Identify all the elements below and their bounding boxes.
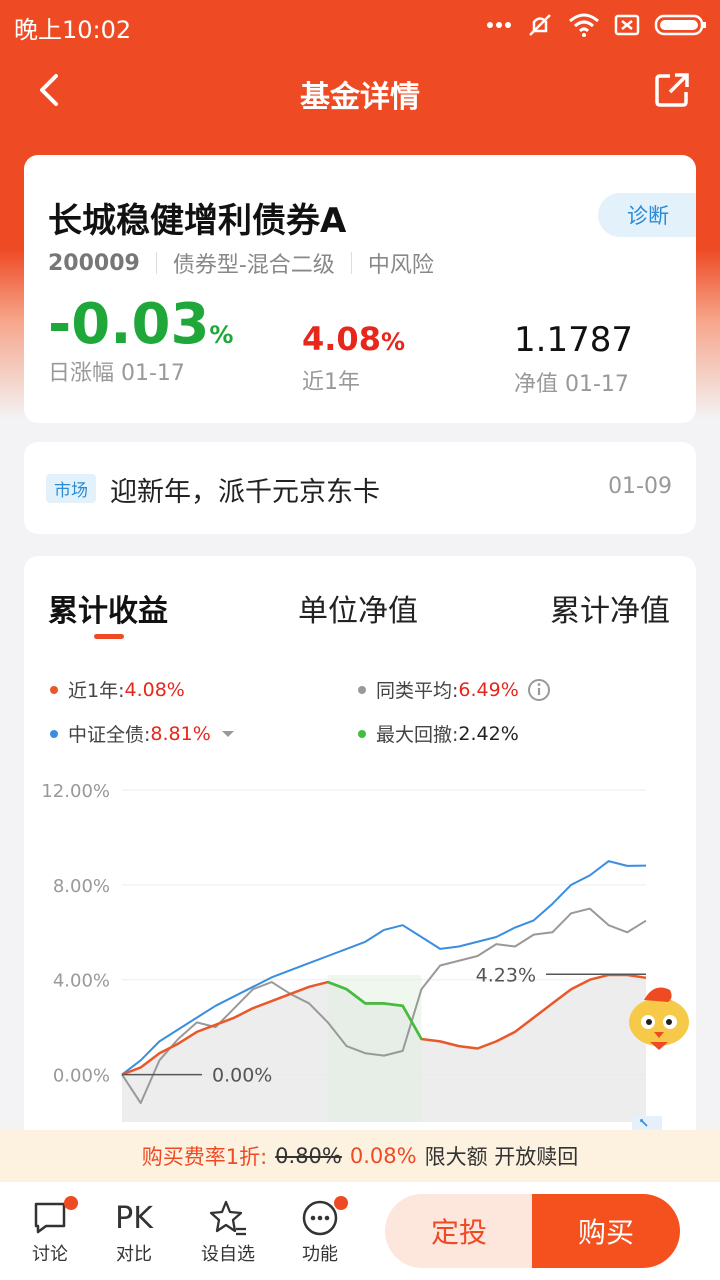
compare-label: 对比 — [116, 1244, 152, 1265]
year-return-unit: % — [380, 328, 405, 356]
fund-code: 200009 — [48, 250, 140, 276]
fee-text: 购买费率1折: — [141, 1145, 268, 1169]
pk-icon: PK — [115, 1200, 153, 1236]
y-tick-label: 8.00% — [53, 876, 110, 897]
legend-fund-dot — [50, 685, 58, 694]
drawdown-zone — [327, 974, 422, 1122]
share-icon[interactable] — [652, 70, 692, 110]
fee-banner: 购买费率1折: 0.80% 0.08% 限大额 开放赎回 — [0, 1130, 720, 1182]
end-value-label: 4.23% — [476, 964, 536, 986]
nav-label: 净值 01-17 — [514, 372, 629, 397]
y-tick-label: 12.00% — [41, 781, 110, 802]
old-fee-rate: 0.80% — [275, 1144, 342, 1168]
function-label: 功能 — [302, 1244, 338, 1265]
divider — [155, 252, 157, 274]
notification-badge — [334, 1196, 348, 1210]
fund-type: 债券型-混合二级 — [172, 253, 335, 278]
news-date: 01-09 — [608, 474, 672, 499]
daily-change-unit: % — [209, 321, 234, 349]
start-value-label: 0.00% — [212, 1065, 272, 1087]
chevron-down-icon[interactable] — [221, 729, 235, 739]
auto-invest-button[interactable]: 定投 — [385, 1194, 533, 1268]
fund-meta: 200009 债券型-混合二级 中风险 — [48, 247, 434, 279]
page-title: 基金详情 — [300, 80, 420, 115]
chat-bubble-icon — [34, 1202, 66, 1234]
legend-avg-label: 同类平均: — [376, 680, 459, 702]
nav-value: 1.1787 — [514, 320, 633, 360]
legend-avg-dot — [358, 685, 366, 694]
fund-risk: 中风险 — [367, 253, 434, 278]
bottom-bar: 讨论 PK 对比 设自选 功能 定投 购买 — [0, 1182, 720, 1280]
y-tick-label: 0.00% — [53, 1066, 110, 1087]
year-return-value: 4.08 — [302, 320, 381, 358]
year-return-label: 近1年 — [302, 370, 360, 395]
wifi-icon — [569, 13, 599, 37]
more-dots-icon — [487, 22, 511, 28]
info-icon[interactable] — [527, 678, 551, 702]
function-button[interactable]: 功能 — [280, 1196, 360, 1266]
nav-stat: 1.1787 净值 01-17 — [514, 320, 633, 398]
title-bar: 基金详情 — [0, 52, 720, 132]
news-card[interactable]: 市场 迎新年，派千元京东卡 01-09 — [24, 442, 696, 534]
legend-drawdown-dot — [358, 729, 366, 738]
tab-cumulative-nav[interactable]: 累计净值 — [550, 586, 670, 630]
year-return-stat: 4.08% 近1年 — [302, 320, 405, 396]
daily-change-stat: -0.03% 日涨幅 01-17 — [48, 295, 233, 387]
legend-category-average: 同类平均: 6.49% — [358, 676, 551, 703]
legend-avg-value: 6.49% — [458, 678, 519, 701]
y-tick-label: 4.00% — [53, 971, 110, 992]
legend-fund-value: 4.08% — [124, 678, 185, 701]
status-time: 晚上10:02 — [14, 16, 132, 44]
redeem-text: 限大额 开放赎回 — [424, 1145, 579, 1169]
mute-icon — [529, 14, 551, 36]
buy-button[interactable]: 购买 — [532, 1194, 680, 1268]
compare-button[interactable]: PK 对比 — [94, 1196, 174, 1266]
legend-bench-dot — [50, 729, 58, 738]
tab-unit-nav[interactable]: 单位净值 — [298, 586, 418, 630]
battery-icon — [654, 14, 706, 36]
add-watchlist-button[interactable]: 设自选 — [188, 1196, 268, 1266]
legend-drawdown-label: 最大回撤: — [376, 724, 459, 746]
fund-card: 长城稳健增利债券A 诊断 200009 债券型-混合二级 中风险 -0.03% … — [24, 155, 696, 423]
status-icons — [486, 10, 708, 40]
legend-fund: 近1年: 4.08% — [50, 676, 185, 703]
news-tag: 市场 — [46, 474, 96, 503]
fund-name: 长城稳健增利债券A — [48, 201, 347, 241]
legend-max-drawdown: 最大回撤: 2.42% — [358, 720, 519, 747]
legend-bench-value: 8.81% — [150, 722, 211, 745]
sim-icon — [614, 14, 640, 36]
mascot-icon[interactable] — [624, 980, 694, 1052]
status-bar: 晚上10:02 — [0, 0, 720, 50]
daily-change-value: -0.03 — [48, 292, 210, 357]
discuss-label: 讨论 — [32, 1244, 68, 1265]
active-tab-indicator — [94, 634, 124, 639]
divider — [350, 252, 352, 274]
news-text[interactable]: 迎新年，派千元京东卡 — [110, 470, 380, 509]
daily-change-label: 日涨幅 01-17 — [48, 361, 185, 386]
watchlist-label: 设自选 — [201, 1244, 255, 1265]
legend-benchmark[interactable]: 中证全债: 8.81% — [50, 720, 235, 747]
legend-drawdown-value: 2.42% — [458, 722, 519, 745]
diagnose-button[interactable]: 诊断 — [598, 193, 696, 237]
discuss-button[interactable]: 讨论 — [10, 1196, 90, 1266]
legend-fund-label: 近1年: — [68, 680, 125, 702]
tab-cumulative-return[interactable]: 累计收益 — [48, 586, 168, 630]
chart-card: 累计收益 单位净值 累计净值 近1年: 4.08% 同类平均: 6.49% 中证全债… — [24, 556, 696, 1156]
return-chart[interactable]: 12.00% 8.00% 4.00% 0.00% 0.00% 4.23% — [24, 766, 696, 1130]
legend-bench-label: 中证全债: — [68, 724, 151, 746]
star-add-icon — [209, 1200, 246, 1236]
new-fee-rate: 0.08% — [349, 1144, 417, 1168]
notification-badge — [64, 1196, 78, 1210]
